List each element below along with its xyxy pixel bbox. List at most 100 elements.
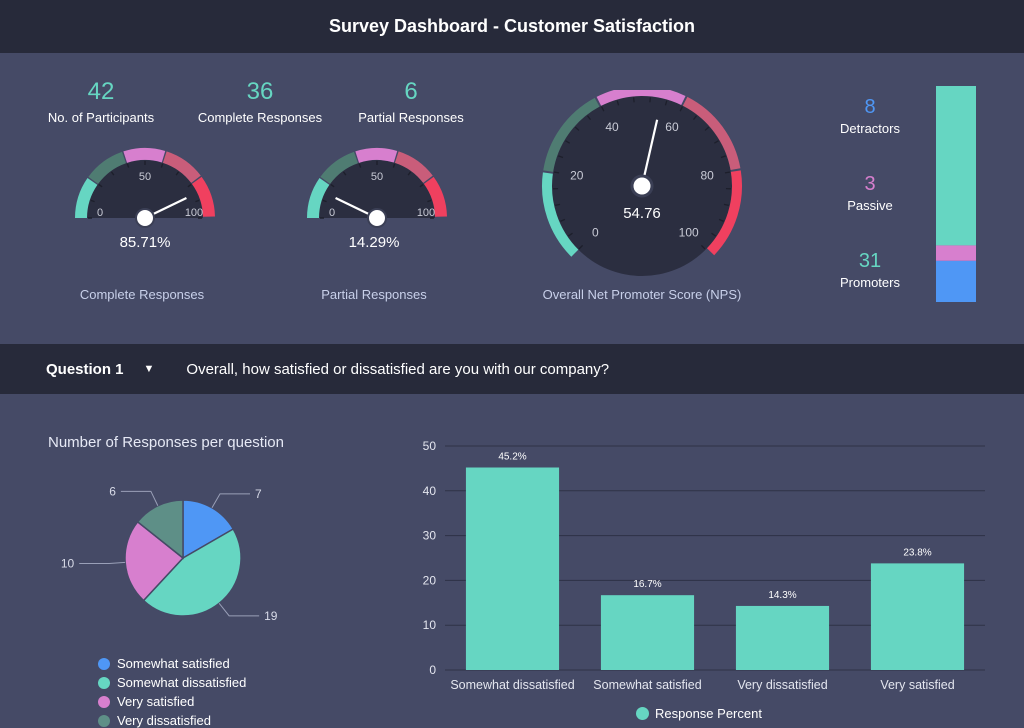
partial-responses-gauge: 0 50 100 [307, 148, 447, 228]
passive-stat: 3 Passive [825, 173, 915, 213]
promoters-segment [936, 86, 976, 246]
gauge-tick-label: 50 [371, 171, 383, 183]
bar-chart: 0 10 20 30 40 50 45.2% Somewhat dissatisfied 16.… [423, 439, 985, 692]
legend-dot [98, 714, 110, 727]
bar-y-tick-label: 10 [423, 618, 437, 632]
bar-y-tick-label: 30 [423, 529, 437, 543]
gauge-needle-hub [367, 208, 387, 228]
legend-very-satisfied[interactable]: Very satisfied [98, 694, 194, 709]
legend-label: Very satisfied [117, 694, 195, 709]
partial-gauge-caption: Partial Responses [321, 287, 427, 302]
legend-label: Response Percent [655, 706, 762, 721]
bar-y-tick-label: 50 [423, 439, 437, 453]
pie-chart: 7 19 10 6 [61, 484, 278, 623]
kpi-participants-label: No. of Participants [47, 110, 155, 125]
gauge-tick-label: 100 [417, 207, 435, 219]
nps-gauge-caption: Overall Net Promoter Score (NPS) [542, 287, 742, 302]
question-bar: Question 1 ▼ Overall, how satisfied or d… [0, 344, 1024, 394]
bar-y-tick-label: 0 [429, 663, 436, 677]
bar [870, 563, 965, 670]
promoters-stat: 31 Promoters [825, 250, 915, 290]
kpi-complete-label: Complete Responses [197, 110, 323, 125]
nps-gauge-tick-label: 0 [592, 226, 599, 240]
detractors-stat: 8 Detractors [825, 96, 915, 136]
kpi-complete-responses: 36 Complete Responses [185, 78, 335, 125]
question-selector[interactable]: Question 1 ▼ [46, 361, 154, 378]
kpi-partial-responses: 6 Partial Responses [336, 78, 486, 125]
pie-leader-line [120, 490, 159, 506]
kpi-partial-value: 6 [404, 78, 418, 105]
kpi-participants: 42 No. of Participants [26, 78, 176, 125]
bar-data-label: 45.2% [498, 452, 526, 463]
caret-down-icon[interactable]: ▼ [144, 363, 155, 375]
complete-gauge-value: 85.71% [119, 234, 171, 251]
bar-x-tick-label: Very satisfied [880, 678, 954, 692]
bar-x-tick-label: Somewhat dissatisfied [450, 678, 574, 692]
gauge-band-segment [123, 148, 166, 163]
legend-very-dissatisfied[interactable]: Very dissatisfied [98, 713, 211, 728]
bar-x-tick-label: Very dissatisfied [737, 678, 827, 692]
pie-leader-line [218, 603, 260, 617]
legend-label: Very dissatisfied [117, 713, 211, 728]
question-text: Overall, how satisfied or dissatisfied a… [186, 360, 610, 378]
detractors-label: Detractors [840, 121, 900, 136]
nps-stacked-bar [936, 86, 976, 302]
nps-gauge-tick [724, 171, 731, 174]
pie-chart-title: Number of Responses per question [48, 434, 284, 451]
nps-gauge-tick-label: 40 [605, 120, 619, 134]
pie-slice-label: 6 [109, 484, 116, 498]
detractors-value: 8 [864, 96, 876, 118]
nps-gauge-tick-label: 80 [701, 169, 715, 183]
pie-leader-line [211, 493, 250, 509]
bar-data-label: 14.3% [768, 590, 796, 601]
legend-dot [98, 676, 110, 689]
legend-dot [636, 707, 649, 720]
partial-gauge-value: 14.29% [348, 234, 400, 251]
legend-dot [98, 695, 110, 708]
gauge-band-segment [355, 148, 398, 163]
passive-label: Passive [847, 198, 893, 213]
kpi-partial-label: Partial Responses [358, 110, 464, 125]
passive-value: 3 [864, 173, 876, 195]
pie-slice-label: 7 [255, 487, 262, 501]
nps-gauge: 0 20 40 60 80 100 54.76 [542, 90, 742, 276]
bar-x-tick-label: Somewhat satisfied [593, 678, 701, 692]
promoters-value: 31 [858, 250, 882, 272]
nps-gauge-value: 54.76 [623, 205, 661, 222]
bar-data-label: 16.7% [633, 579, 661, 590]
nps-gauge-tick-label: 20 [570, 169, 584, 183]
nps-gauge-tick-label: 100 [679, 226, 699, 240]
legend-label: Somewhat satisfied [117, 656, 230, 671]
question-selector-label: Question 1 [46, 360, 124, 378]
gauge-tick-label: 0 [97, 207, 103, 219]
gauge-tick-label: 100 [185, 207, 203, 219]
kpi-complete-value: 36 [246, 78, 274, 105]
pie-slice-label: 10 [61, 557, 75, 571]
passive-segment [936, 245, 976, 261]
page-title: Survey Dashboard - Customer Satisfaction [328, 16, 696, 36]
bar-y-tick-label: 40 [423, 484, 437, 498]
bar-y-tick-label: 20 [423, 573, 437, 587]
kpi-participants-value: 42 [87, 78, 115, 105]
bar [600, 595, 695, 670]
dashboard-title-bar: Survey Dashboard - Customer Satisfaction [0, 0, 1024, 53]
promoters-label: Promoters [840, 275, 900, 290]
legend-somewhat-dissatisfied[interactable]: Somewhat dissatisfied [98, 675, 246, 690]
pie-leader-line [79, 561, 126, 565]
complete-gauge-caption: Complete Responses [79, 287, 205, 302]
legend-label: Somewhat dissatisfied [117, 675, 247, 690]
bar [465, 467, 560, 670]
gauge-needle-hub [135, 208, 155, 228]
bar-legend-response-percent[interactable]: Response Percent [636, 706, 762, 721]
complete-responses-gauge: 0 50 100 [75, 148, 215, 228]
legend-somewhat-satisfied[interactable]: Somewhat satisfied [98, 656, 230, 671]
pie-slice-label: 19 [264, 609, 278, 623]
gauge-tick-label: 0 [329, 207, 335, 219]
bar [735, 605, 830, 670]
nps-gauge-tick-label: 60 [665, 120, 679, 134]
nps-gauge-tick [553, 171, 560, 174]
detractors-segment [936, 260, 976, 302]
gauge-tick-label: 50 [139, 171, 151, 183]
legend-dot [98, 657, 110, 670]
nps-gauge-needle-hub [630, 174, 654, 198]
